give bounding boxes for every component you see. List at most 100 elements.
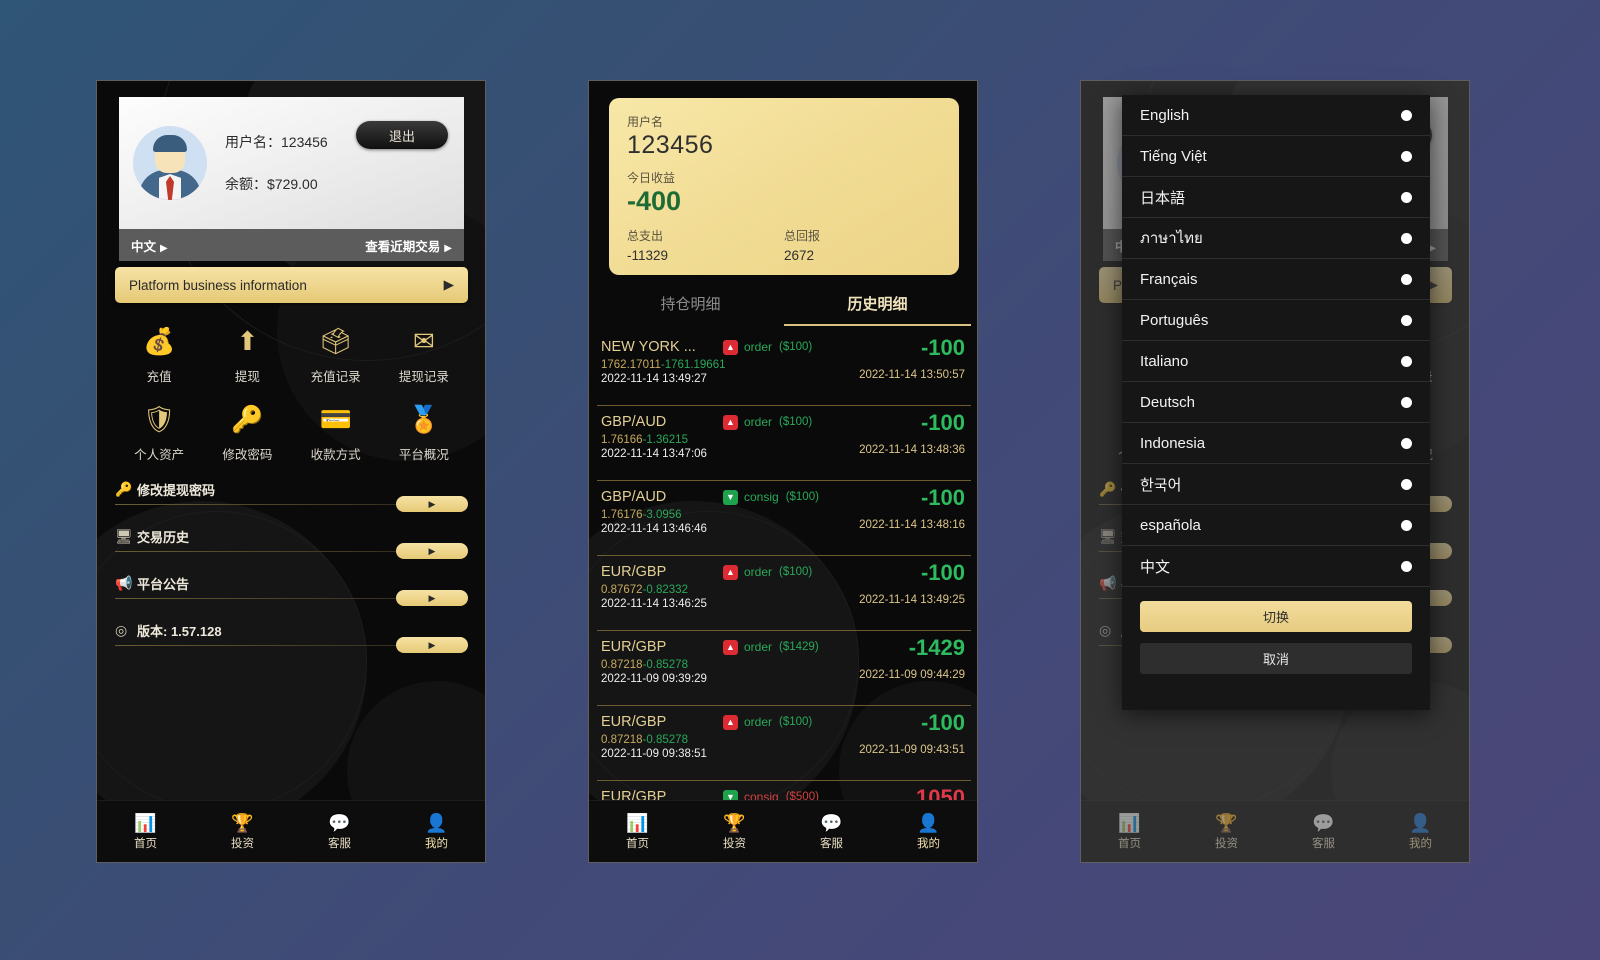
language-option[interactable]: ภาษาไทย xyxy=(1122,218,1430,259)
language-option[interactable]: Français xyxy=(1122,259,1430,300)
change-password-icon: 🔑 xyxy=(231,403,264,434)
grid-item-label: 个人资产 xyxy=(134,448,185,462)
tab-history[interactable]: 历史明细 xyxy=(784,284,971,326)
nav-item-label: 首页 xyxy=(626,837,649,850)
currency-pair: EUR/GBP xyxy=(601,564,667,580)
recent-trades-button[interactable]: 查看近期交易▶ xyxy=(365,236,452,255)
transaction-row[interactable]: GBP/AUD ▼ consig ($100) 1.76176-3.0956 2022-1… xyxy=(597,481,971,556)
go-button[interactable]: ▶ xyxy=(396,590,468,606)
close-time: 2022-11-14 13:50:57 xyxy=(859,369,965,381)
confirm-language-button[interactable]: 切换 xyxy=(1140,601,1412,632)
list-item-label: 平台公告 xyxy=(137,577,190,592)
radio-button-icon[interactable] xyxy=(1401,314,1412,326)
open-price: 1.76176 xyxy=(601,509,643,521)
language-option[interactable]: española xyxy=(1122,505,1430,546)
language-option[interactable]: 中文 xyxy=(1122,546,1430,587)
language-switch-button[interactable]: 中文▶ xyxy=(131,236,168,255)
radio-button-icon[interactable] xyxy=(1401,109,1412,121)
language-label: Tiếng Việt xyxy=(1140,147,1207,165)
mine-icon: 👤 xyxy=(917,812,940,833)
go-button[interactable]: ▶ xyxy=(396,496,468,512)
withdraw-icon: ⬆ xyxy=(236,325,259,356)
list-item-platform-announcement[interactable]: 📢 平台公告 ▶ xyxy=(115,560,468,607)
detail-tabs: 持仓明细 历史明细 xyxy=(597,284,971,326)
go-button[interactable]: ▶ xyxy=(396,637,468,653)
nav-item-invest[interactable]: 🏆 投资 xyxy=(194,813,291,851)
tab-positions[interactable]: 持仓明细 xyxy=(597,284,784,326)
grid-item-personal-assets[interactable]: 🛡 个人资产 xyxy=(115,399,203,463)
radio-button-icon[interactable] xyxy=(1401,396,1412,408)
language-option[interactable]: Português xyxy=(1122,300,1430,341)
grid-item-withdraw[interactable]: ⬆ 提现 xyxy=(203,321,291,385)
go-button[interactable]: ▶ xyxy=(396,543,468,559)
banner-label: Platform business information xyxy=(129,277,307,293)
transaction-row[interactable]: EUR/GBP ▲ order ($1429) 0.87218-0.85278 2022-… xyxy=(597,631,971,706)
close-price: -0.85278 xyxy=(642,659,688,671)
logout-button[interactable]: 退出 xyxy=(356,121,448,149)
close-price: -1761.19661 xyxy=(660,359,726,371)
grid-item-withdraw-record[interactable]: ✉ 提现记录 xyxy=(380,321,468,385)
nav-item-invest[interactable]: 🏆 投资 xyxy=(686,813,783,851)
mine-icon: 👤 xyxy=(425,812,448,833)
profile-subbar: 中文▶ 查看近期交易▶ xyxy=(119,229,464,261)
close-time: 2022-11-09 09:43:51 xyxy=(859,744,965,756)
transaction-row[interactable]: EUR/GBP ▲ order ($100) 0.87218-0.85278 2022-1… xyxy=(597,706,971,781)
close-time: 2022-11-14 13:49:25 xyxy=(859,594,965,606)
list-item-change-withdraw-password[interactable]: 🔑 修改提现密码 ▶ xyxy=(115,466,468,513)
close-time: 2022-11-09 09:44:29 xyxy=(859,669,965,681)
stake-amount: ($100) xyxy=(785,491,819,503)
list-item-label: 修改提现密码 xyxy=(137,483,216,498)
transaction-row[interactable]: GBP/AUD ▲ order ($100) 1.76166-1.36215 2022-1… xyxy=(597,406,971,481)
grid-item-platform-overview[interactable]: 🏅 平台概况 xyxy=(380,399,468,463)
language-label: Indonesia xyxy=(1140,434,1206,452)
nav-item-home[interactable]: 📊 首页 xyxy=(97,813,194,851)
language-option[interactable]: Indonesia xyxy=(1122,423,1430,464)
grid-item-change-password[interactable]: 🔑 修改密码 xyxy=(203,399,291,463)
direction-up-icon: ▲ xyxy=(723,639,738,655)
radio-button-icon[interactable] xyxy=(1401,478,1412,490)
language-option[interactable]: 日本語 xyxy=(1122,177,1430,218)
language-option[interactable]: Tiếng Việt xyxy=(1122,136,1430,177)
close-time: 2022-11-14 13:48:16 xyxy=(859,519,965,531)
close-price: -3.0956 xyxy=(642,509,682,521)
invest-icon: 🏆 xyxy=(723,812,746,833)
radio-button-icon[interactable] xyxy=(1401,519,1412,531)
language-option[interactable]: Italiano xyxy=(1122,341,1430,382)
nav-item-mine[interactable]: 👤 我的 xyxy=(880,813,977,851)
radio-button-icon[interactable] xyxy=(1401,150,1412,162)
grid-item-recharge[interactable]: 💰 充值 xyxy=(115,321,203,385)
transaction-row[interactable]: NEW YORK ... ▲ order ($100) 1762.17011-1761.… xyxy=(597,331,971,406)
direction-up-icon: ▲ xyxy=(723,339,738,355)
transaction-type: consig xyxy=(744,490,779,504)
grid-item-recharge-record[interactable]: 🗳 充值记录 xyxy=(292,321,380,385)
cancel-language-button[interactable]: 取消 xyxy=(1140,643,1412,674)
nav-item-mine[interactable]: 👤 我的 xyxy=(388,813,485,851)
payment-method-icon: 💳 xyxy=(319,403,352,434)
direction-up-icon: ▲ xyxy=(723,714,738,730)
transaction-type: order xyxy=(744,715,773,729)
nav-item-support[interactable]: 💬 客服 xyxy=(291,813,388,851)
transaction-row[interactable]: EUR/GBP ▲ order ($100) 0.87672-0.82332 2022-1… xyxy=(597,556,971,631)
radio-button-icon[interactable] xyxy=(1401,560,1412,572)
radio-button-icon[interactable] xyxy=(1401,273,1412,285)
radio-button-icon[interactable] xyxy=(1401,437,1412,449)
language-label: Français xyxy=(1140,270,1198,288)
close-price: -0.85278 xyxy=(642,734,688,746)
chevron-right-icon: ▶ xyxy=(444,242,452,254)
language-option[interactable]: Deutsch xyxy=(1122,382,1430,423)
nav-item-support[interactable]: 💬 客服 xyxy=(783,813,880,851)
radio-button-icon[interactable] xyxy=(1401,355,1412,367)
list-item-version[interactable]: ◎ 版本: 1.57.128 ▶ xyxy=(115,607,468,654)
language-option[interactable]: English xyxy=(1122,95,1430,136)
grid-item-payment-method[interactable]: 💳 收款方式 xyxy=(292,399,380,463)
language-option[interactable]: 한국어 xyxy=(1122,464,1430,505)
version-icon: ◎ xyxy=(115,622,128,638)
radio-button-icon[interactable] xyxy=(1401,191,1412,203)
profit-value: -100 xyxy=(920,485,965,510)
list-item-trade-history[interactable]: 🖥 交易历史 ▶ xyxy=(115,513,468,560)
nav-item-home[interactable]: 📊 首页 xyxy=(589,813,686,851)
platform-business-information-banner[interactable]: Platform business information ▶ xyxy=(115,267,468,303)
direction-up-icon: ▲ xyxy=(723,414,738,430)
language-label: 한국어 xyxy=(1140,476,1182,494)
radio-button-icon[interactable] xyxy=(1401,232,1412,244)
